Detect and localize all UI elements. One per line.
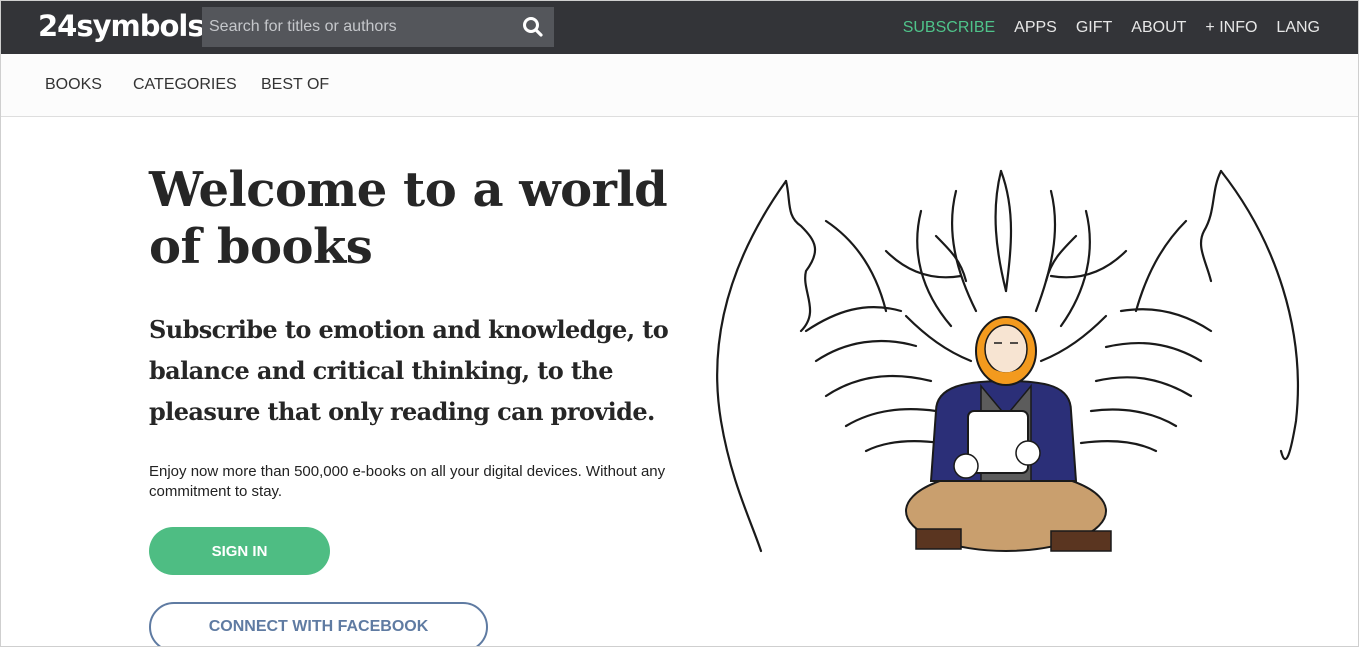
- nav-apps[interactable]: APPS: [1014, 19, 1057, 37]
- nav-gift[interactable]: GIFT: [1076, 19, 1112, 37]
- hero-description: Enjoy now more than 500,000 e-books on a…: [149, 463, 666, 500]
- hero-title: Welcome to a world of books: [149, 162, 668, 275]
- sub-nav: BOOKS CATEGORIES BEST OF: [1, 54, 1358, 117]
- connect-facebook-button[interactable]: CONNECT WITH FACEBOOK: [149, 602, 488, 646]
- nav-info[interactable]: + INFO: [1205, 19, 1257, 37]
- search-input[interactable]: [202, 7, 502, 47]
- nav-subscribe[interactable]: SUBSCRIBE: [903, 19, 995, 37]
- reader-with-dragon-illustration: [716, 169, 1299, 553]
- search-bar: [202, 7, 554, 47]
- nav-about[interactable]: ABOUT: [1131, 19, 1186, 37]
- search-button[interactable]: [520, 14, 546, 40]
- page: 24symbols SUBSCRIBE APPS GIFT ABOUT + IN…: [0, 0, 1359, 647]
- sign-in-button[interactable]: SIGN IN: [149, 527, 330, 575]
- top-nav: SUBSCRIBE APPS GIFT ABOUT + INFO LANG: [903, 1, 1320, 54]
- search-icon: [523, 17, 543, 37]
- logo[interactable]: 24symbols: [38, 9, 205, 43]
- hero-subtitle: Subscribe to emotion and knowledge, to b…: [149, 315, 669, 426]
- subnav-best-of[interactable]: BEST OF: [261, 76, 329, 94]
- subnav-books[interactable]: BOOKS: [45, 76, 102, 94]
- nav-lang[interactable]: LANG: [1276, 19, 1320, 37]
- top-bar: 24symbols SUBSCRIBE APPS GIFT ABOUT + IN…: [1, 1, 1358, 54]
- subnav-categories[interactable]: CATEGORIES: [133, 76, 237, 94]
